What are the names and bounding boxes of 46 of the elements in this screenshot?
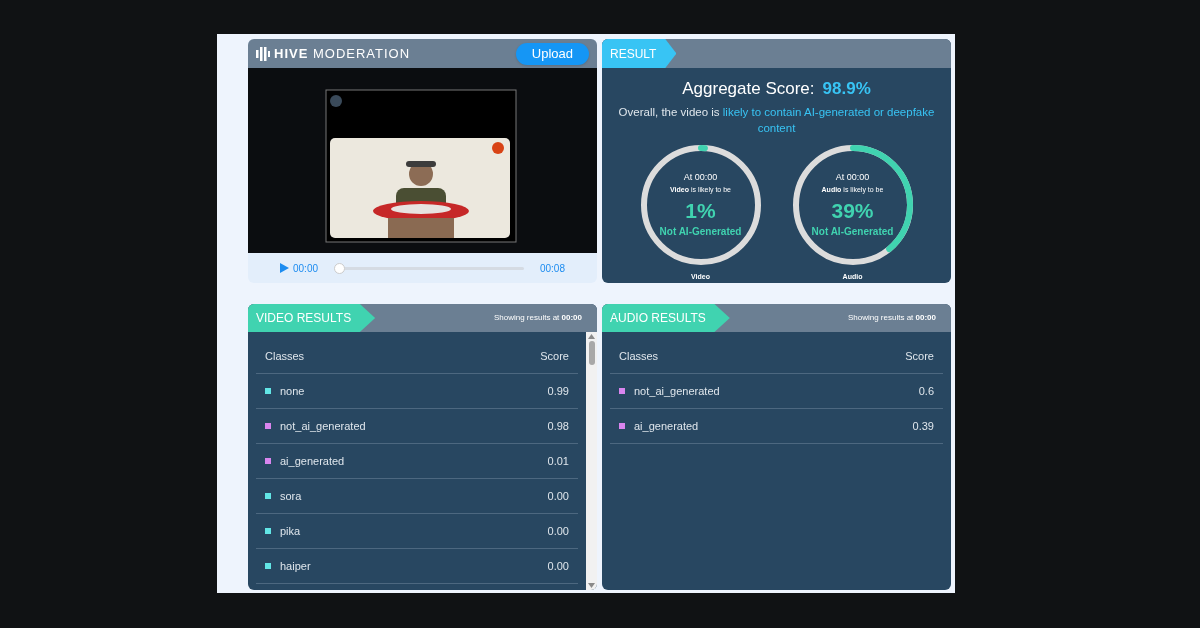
- summary-text: Overall, the video is likely to contain AI-generated or deepfake content: [617, 104, 936, 136]
- score-value: 0.00: [547, 523, 569, 539]
- results-tag: VIDEO RESULTS: [248, 304, 376, 332]
- logo-icon: [256, 46, 270, 61]
- column-header: Classes: [265, 349, 305, 365]
- class-name: none: [280, 383, 306, 399]
- score-value: 0.00: [547, 558, 569, 574]
- aggregate-score: 98.9%: [822, 78, 871, 100]
- class-name: sora: [280, 488, 303, 504]
- progress-thumb[interactable]: [334, 262, 346, 274]
- scrollbar[interactable]: [586, 332, 597, 590]
- score-value: 0.99: [547, 383, 569, 399]
- class-name: not_ai_generated: [634, 383, 721, 399]
- status-text: Showing results at 00:00: [493, 312, 583, 324]
- score-value: 0.6: [918, 383, 934, 399]
- gauge-time: At 00:00: [835, 170, 870, 184]
- status-text: Showing results at 00:00: [847, 312, 937, 324]
- column-header: Score: [540, 349, 569, 365]
- score-value: 0.39: [912, 418, 934, 434]
- scroll-down-icon[interactable]: [588, 583, 595, 588]
- result-tag: RESULT: [602, 39, 677, 68]
- progress-slider[interactable]: [334, 262, 524, 274]
- gauge-verdict: Not AI-Generated: [659, 224, 742, 239]
- duration-time: 00:08: [539, 261, 565, 276]
- class-name: ai_generated: [280, 453, 346, 469]
- gauge-percent: 1%: [685, 197, 716, 224]
- scroll-up-icon[interactable]: [588, 334, 595, 339]
- scrollbar-thumb[interactable]: [588, 341, 595, 365]
- class-name: haiper: [280, 558, 312, 574]
- gauge-time: At 00:00: [683, 170, 718, 184]
- score-value: 0.98: [547, 418, 569, 434]
- class-name: not_ai_generated: [280, 418, 367, 434]
- class-name: pika: [280, 523, 302, 539]
- column-header: Classes: [619, 349, 659, 365]
- score-value: 0.00: [547, 488, 569, 504]
- column-header: Score: [905, 349, 934, 365]
- class-name: ai_generated: [634, 418, 700, 434]
- play-icon[interactable]: [280, 263, 289, 273]
- results-tag: AUDIO RESULTS: [602, 304, 730, 332]
- upload-button[interactable]: Upload: [515, 42, 589, 65]
- score-value: 0.01: [547, 453, 569, 469]
- gauge-verdict: Not AI-Generated: [811, 224, 894, 239]
- gauge-percent: 39%: [831, 197, 874, 224]
- logo-text: HIVE MODERATION: [274, 44, 411, 63]
- current-time: 00:00: [293, 261, 319, 276]
- aggregate-label: Aggregate Score:: [682, 78, 815, 100]
